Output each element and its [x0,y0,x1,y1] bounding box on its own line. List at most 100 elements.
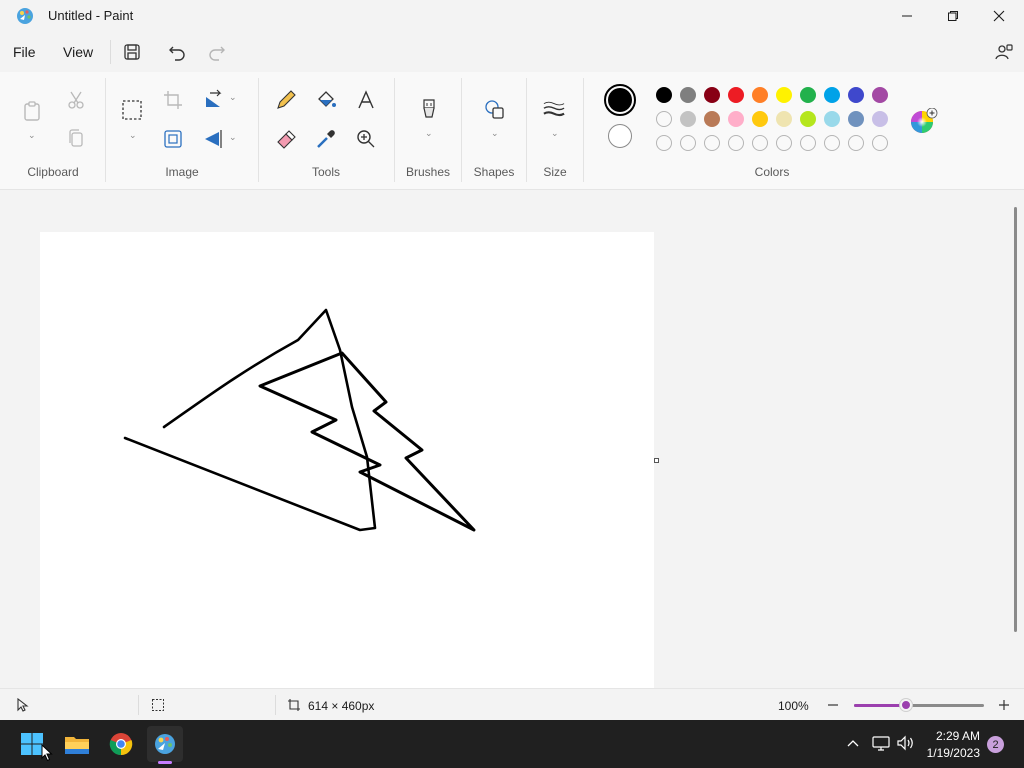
zoom-in-icon[interactable] [998,699,1010,711]
fill-bucket-icon[interactable] [315,89,337,111]
color-swatch[interactable] [680,87,696,103]
cut-icon[interactable] [65,89,87,111]
color-swatch[interactable] [776,111,792,127]
custom-color-slot[interactable] [872,135,888,151]
zoom-slider-fill [854,704,906,707]
secondary-color-swatch[interactable] [608,124,632,148]
copy-icon[interactable] [65,128,87,150]
color-swatch[interactable] [848,111,864,127]
custom-color-slot[interactable] [800,135,816,151]
notification-count: 2 [992,738,999,751]
select-chevron-icon[interactable]: ⌄ [129,130,137,141]
color-swatch[interactable] [800,111,816,127]
custom-color-slot[interactable] [752,135,768,151]
minimize-button[interactable] [884,0,930,32]
color-swatch[interactable] [728,87,744,103]
close-button[interactable] [976,0,1022,32]
status-divider [138,695,139,715]
size-chevron-icon[interactable]: ⌄ [551,128,559,139]
color-swatch[interactable] [656,87,672,103]
rotate-icon[interactable] [202,89,224,111]
color-swatch[interactable] [872,87,888,103]
text-icon[interactable] [355,89,377,111]
canvas-size-text: 614 × 460px [308,699,375,713]
network-icon[interactable] [872,735,890,751]
paint-app-icon [17,8,33,24]
drawing-canvas[interactable] [40,232,654,688]
canvas-resize-handle[interactable] [654,458,659,463]
crop-icon[interactable] [162,89,184,111]
restore-button[interactable] [930,0,976,32]
redo-icon[interactable] [207,42,227,62]
clock-date[interactable]: 1/19/2023 [927,746,980,760]
zoom-out-icon[interactable] [827,699,839,711]
undo-icon[interactable] [167,42,187,62]
color-swatch[interactable] [800,87,816,103]
eraser-icon[interactable] [275,128,297,150]
show-hidden-icons-icon[interactable] [847,738,859,748]
color-swatch[interactable] [776,87,792,103]
color-picker-icon[interactable] [315,128,337,150]
color-swatch[interactable] [872,111,888,127]
shapes-chevron-icon[interactable]: ⌄ [491,128,499,139]
brush-chevron-icon[interactable]: ⌄ [425,128,433,139]
edit-colors-icon[interactable] [910,108,938,136]
color-swatch[interactable] [704,111,720,127]
color-swatch[interactable] [848,87,864,103]
custom-color-slot[interactable] [680,135,696,151]
flip-chevron-icon[interactable]: ⌄ [229,132,237,143]
color-swatch[interactable] [824,87,840,103]
file-explorer-button[interactable] [59,726,95,762]
paste-chevron-icon[interactable]: ⌄ [28,130,36,141]
line-size-icon[interactable] [543,99,565,121]
minimize-icon [902,15,912,17]
notification-badge[interactable]: 2 [987,736,1004,753]
color-swatch[interactable] [680,111,696,127]
brushes-label: Brushes [405,165,451,179]
custom-color-slot[interactable] [704,135,720,151]
menu-divider [110,40,111,64]
status-bar: 614 × 460px 100% [0,688,1024,720]
paint-taskbar-button[interactable] [147,726,183,764]
window-title: Untitled - Paint [48,8,134,23]
zoom-slider[interactable] [854,699,984,711]
color-swatch[interactable] [704,87,720,103]
clock-time[interactable]: 2:29 AM [936,729,980,743]
title-bar: Untitled - Paint [0,0,1024,32]
select-icon[interactable] [121,99,143,121]
chrome-button[interactable] [103,726,139,762]
color-swatch[interactable] [824,111,840,127]
shapes-label: Shapes [473,165,515,179]
resize-icon[interactable] [162,128,184,150]
image-label: Image [165,165,199,179]
magnifier-icon[interactable] [355,128,377,150]
vertical-scrollbar[interactable] [1014,207,1017,632]
volume-icon[interactable] [897,735,915,751]
rotate-chevron-icon[interactable]: ⌄ [229,92,237,103]
tools-label: Tools [311,165,340,179]
color-swatch[interactable] [728,111,744,127]
chrome-icon [109,733,133,756]
selection-size-icon [152,699,164,711]
primary-color-swatch[interactable] [604,84,636,116]
flip-icon[interactable] [202,128,224,150]
custom-color-slot[interactable] [824,135,840,151]
zoom-slider-thumb[interactable] [900,699,912,711]
brush-icon[interactable] [418,98,440,120]
shapes-icon[interactable] [484,99,506,121]
account-icon[interactable] [994,42,1014,62]
custom-color-slot[interactable] [656,135,672,151]
paste-icon[interactable] [21,100,43,122]
custom-color-slot[interactable] [848,135,864,151]
custom-color-slot[interactable] [776,135,792,151]
color-swatch[interactable] [656,111,672,127]
save-icon[interactable] [122,42,142,62]
pencil-icon[interactable] [275,89,297,111]
color-swatch[interactable] [752,87,768,103]
file-menu[interactable]: File [13,44,36,60]
color-swatch[interactable] [752,111,768,127]
custom-color-slot[interactable] [728,135,744,151]
clipboard-label: Clipboard [27,165,79,179]
paint-icon [155,734,175,754]
view-menu[interactable]: View [63,44,93,60]
